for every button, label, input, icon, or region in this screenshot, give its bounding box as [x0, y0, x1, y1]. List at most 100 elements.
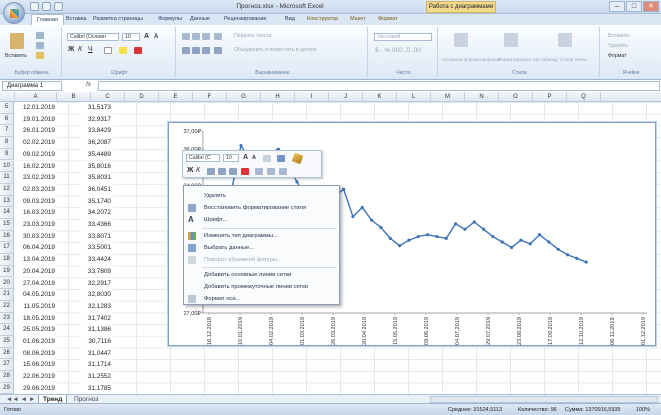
cell-date[interactable]: 01.06.2019 — [15, 336, 57, 348]
menu-change-chart-type[interactable]: Изменить тип диаграммы... — [184, 230, 339, 242]
cell-date[interactable]: 30.03.2019 — [15, 230, 57, 243]
cell-styles-button[interactable]: Стили ячеек — [560, 57, 587, 62]
orientation-icon[interactable] — [214, 33, 222, 40]
tab-format[interactable]: Формат — [378, 16, 398, 22]
data-point[interactable] — [575, 256, 579, 260]
mini-size-field[interactable]: 10 — [223, 154, 239, 162]
cell-value[interactable]: 33,4366 — [81, 219, 113, 231]
cell-value[interactable]: 31,0447 — [81, 347, 113, 360]
data-point[interactable] — [519, 238, 523, 242]
row-header[interactable]: 9 — [0, 148, 14, 161]
column-header[interactable]: M — [431, 92, 465, 102]
row-header[interactable]: 21 — [0, 289, 14, 301]
column-header[interactable]: H — [261, 92, 295, 102]
mini-bullets-icon[interactable] — [279, 168, 287, 175]
row-header[interactable]: 28 — [0, 371, 14, 383]
mini-italic-button[interactable]: К — [196, 167, 200, 174]
row-header[interactable]: 25 — [0, 336, 14, 348]
tab-page-layout[interactable]: Разметка страницы — [93, 16, 143, 22]
row-header[interactable]: 11 — [0, 172, 14, 184]
row-header[interactable]: 5 — [0, 102, 14, 114]
row-header[interactable]: 19 — [0, 265, 14, 278]
cell-date[interactable]: 25.05.2019 — [15, 324, 57, 336]
mini-align-center-icon[interactable] — [218, 168, 226, 175]
data-point[interactable] — [537, 233, 542, 237]
menu-add-minor-gridlines[interactable]: Добавить промежуточные линии сетки — [184, 281, 339, 293]
menu-delete[interactable]: Удалить — [184, 190, 339, 202]
menu-select-data[interactable]: Выбрать данные... — [184, 242, 339, 254]
align-center-icon[interactable] — [192, 47, 200, 54]
row-header[interactable]: 22 — [0, 300, 14, 313]
save-icon[interactable] — [30, 2, 39, 11]
cell-value[interactable]: 35,4489 — [81, 148, 113, 161]
cell-date[interactable]: 29.06.2019 — [15, 382, 57, 395]
row-header[interactable]: 27 — [0, 359, 14, 372]
data-point[interactable] — [416, 234, 420, 239]
mini-align-right-icon[interactable] — [229, 168, 237, 175]
tab-data[interactable]: Данные — [190, 16, 210, 22]
cell-value[interactable]: 31,7402 — [81, 312, 113, 325]
align-left-icon[interactable] — [182, 47, 190, 54]
cell-value[interactable]: 30,7116 — [81, 336, 113, 348]
row-header[interactable]: 10 — [0, 160, 14, 173]
cell-value[interactable]: 34,2072 — [81, 207, 113, 219]
row-header[interactable]: 16 — [0, 230, 14, 243]
merge-center-button[interactable]: Объединить и поместить в центре — [234, 47, 317, 53]
data-point[interactable] — [584, 260, 588, 264]
data-point[interactable] — [481, 227, 486, 231]
menu-reset-style[interactable]: Восстановить форматирование стиля — [184, 202, 339, 214]
undo-icon[interactable] — [42, 2, 51, 11]
cell-value[interactable]: 32,2917 — [81, 277, 113, 290]
bold-button[interactable]: Ж — [68, 46, 74, 53]
cell-date[interactable]: 16.03.2019 — [15, 207, 57, 219]
cell-value[interactable]: 33,5001 — [81, 242, 113, 255]
data-point[interactable] — [351, 214, 355, 219]
font-name-field[interactable]: Calibri (Основн — [67, 33, 119, 41]
row-header[interactable]: 13 — [0, 195, 14, 208]
column-header[interactable]: Q — [567, 92, 601, 102]
italic-button[interactable]: К — [78, 46, 82, 53]
cell-date[interactable]: 18.05.2019 — [15, 312, 57, 325]
format-table-button[interactable]: Форматировать как таблицу — [498, 57, 558, 62]
format-table-icon[interactable] — [504, 33, 518, 47]
column-header[interactable]: B — [57, 92, 91, 102]
tab-insert[interactable]: Вставка — [66, 16, 86, 22]
data-point[interactable] — [435, 234, 439, 239]
paste-button[interactable]: Вставить — [5, 53, 27, 59]
cell-value[interactable]: 31,1785 — [81, 382, 113, 395]
mini-shrink-font-icon[interactable]: A — [252, 155, 256, 161]
delete-cells-button[interactable]: Удалить — [608, 43, 628, 49]
data-point[interactable] — [463, 227, 467, 231]
cell-date[interactable]: 04.05.2019 — [15, 289, 57, 301]
column-header[interactable]: I — [295, 92, 329, 102]
close-button[interactable]: ✕ — [643, 1, 659, 12]
align-middle-icon[interactable] — [192, 33, 200, 40]
row-header[interactable]: 7 — [0, 125, 14, 138]
data-point[interactable] — [425, 233, 430, 237]
format-painter-icon[interactable] — [36, 52, 44, 59]
fill-color-icon[interactable] — [119, 47, 127, 54]
column-header[interactable]: K — [363, 92, 397, 102]
mini-style-icon[interactable] — [263, 155, 271, 162]
cell-date[interactable]: 16.02.2019 — [15, 160, 57, 173]
horizontal-scrollbar[interactable] — [430, 396, 658, 403]
data-point[interactable] — [509, 245, 514, 250]
data-point[interactable] — [500, 240, 504, 244]
tab-layout[interactable]: Макет — [350, 16, 366, 22]
row-header[interactable]: 6 — [0, 113, 14, 126]
data-point[interactable] — [407, 238, 411, 242]
menu-add-major-gridlines[interactable]: Добавить основные линии сетки — [184, 269, 339, 281]
mini-font-field[interactable]: Calibri (С — [186, 154, 220, 162]
column-header[interactable]: E — [159, 92, 193, 102]
select-all-corner[interactable] — [0, 92, 15, 102]
row-header[interactable]: 24 — [0, 324, 14, 336]
cell-value[interactable]: 33,7809 — [81, 265, 113, 278]
wrap-text-button[interactable]: Перенос текста — [234, 33, 272, 39]
cell-value[interactable]: 36,2087 — [81, 137, 113, 149]
redo-icon[interactable] — [54, 2, 63, 11]
data-point[interactable] — [453, 222, 458, 226]
data-point[interactable] — [342, 187, 346, 191]
cell-value[interactable]: 35,1740 — [81, 195, 113, 208]
data-point[interactable] — [565, 253, 570, 257]
cell-value[interactable]: 33,8429 — [81, 125, 113, 138]
